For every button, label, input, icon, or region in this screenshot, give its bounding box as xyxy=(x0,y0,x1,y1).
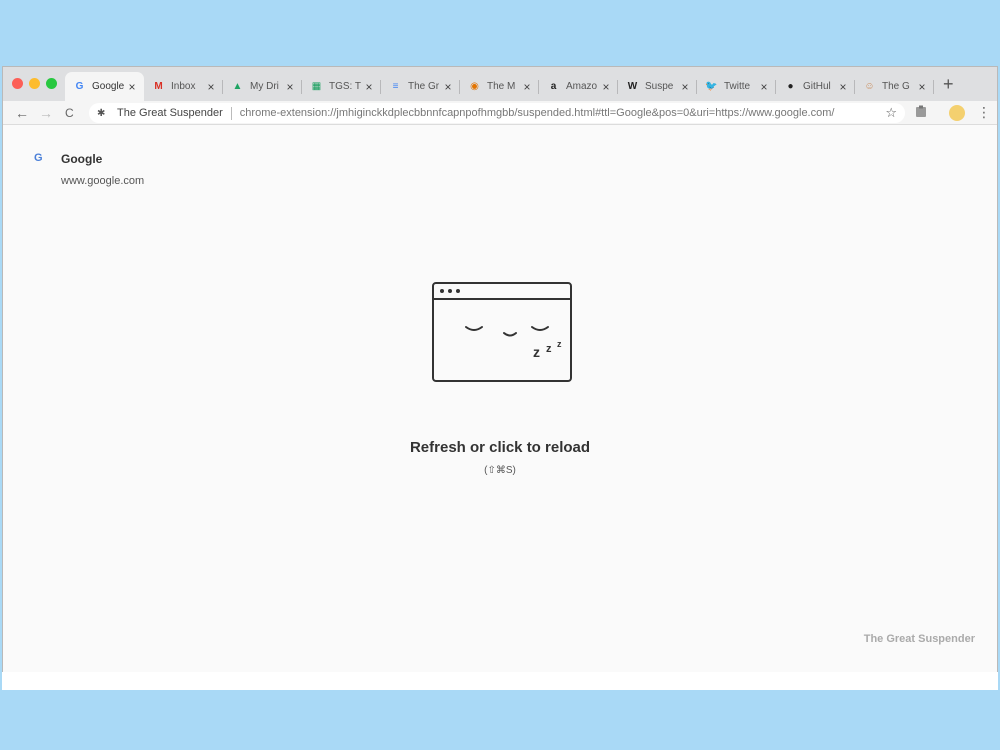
tab-8[interactable]: 🐦 Twitte × xyxy=(697,72,776,101)
tab-3[interactable]: ▦ TGS: T × xyxy=(302,72,381,101)
tab-0[interactable]: G Google × xyxy=(65,72,144,101)
tab-2[interactable]: ▲ My Dri × xyxy=(223,72,302,101)
tab-title: The M xyxy=(487,81,516,92)
tab-close-icon[interactable]: × xyxy=(521,80,533,94)
tab-title: Google xyxy=(92,81,125,92)
amazon-icon: a xyxy=(550,81,557,92)
url-text[interactable]: chrome-extension://jmhiginckkdplecbbnnfc… xyxy=(240,107,878,119)
tab-title: Twitte xyxy=(724,81,751,92)
sleeping-window-icon[interactable]: z z z xyxy=(429,281,579,426)
reload-button[interactable]: C xyxy=(65,105,74,121)
bottom-strip xyxy=(2,672,998,690)
address-bar[interactable]: ✱ The Great Suspender chrome-extension:/… xyxy=(89,103,905,123)
tab-close-icon[interactable]: × xyxy=(679,80,691,94)
keyboard-shortcut-hint: (⇧⌘S) xyxy=(484,465,516,476)
tab-close-icon[interactable]: × xyxy=(363,80,375,94)
back-button[interactable]: ← xyxy=(15,105,29,121)
tab-close-icon[interactable]: × xyxy=(205,80,217,94)
tab-close-icon[interactable]: × xyxy=(837,80,849,94)
tab-close-icon[interactable]: × xyxy=(126,80,138,94)
tab-list: G Google × M Inbox × ▲ My Dri × ▦ TGS: T × ≡ The Gr × ◉… xyxy=(65,72,934,101)
tab-5[interactable]: ◉ The M × xyxy=(460,72,539,101)
tab-7[interactable]: W Suspe × xyxy=(618,72,697,101)
extension-name: The Great Suspender xyxy=(117,107,223,119)
tab-10[interactable]: ☺ The G × xyxy=(855,72,934,101)
drive-icon: ▲ xyxy=(232,81,243,92)
extension-brand: The Great Suspender xyxy=(863,633,975,645)
zzz-letter: z xyxy=(533,344,540,360)
google-icon: G xyxy=(75,81,84,92)
tab-title: The Gr xyxy=(408,81,440,92)
google-favicon-icon: G xyxy=(34,152,43,164)
sheets-icon: ▦ xyxy=(311,81,322,92)
gmail-icon: M xyxy=(154,81,163,92)
suspended-page[interactable]: G Google www.google.com z z z Refresh or… xyxy=(3,125,997,689)
new-tab-button[interactable]: + xyxy=(943,75,954,93)
tab-1[interactable]: M Inbox × xyxy=(144,72,223,101)
twitter-icon: 🐦 xyxy=(705,81,718,92)
suspended-site-url[interactable]: www.google.com xyxy=(61,175,144,187)
browser-toolbar: ← → C ✱ The Great Suspender chrome-exten… xyxy=(3,101,997,125)
browser-window: G Google × M Inbox × ▲ My Dri × ▦ TGS: T × ≡ The Gr × ◉… xyxy=(2,66,998,690)
tab-close-icon[interactable]: × xyxy=(600,80,612,94)
forward-button[interactable]: → xyxy=(39,105,53,121)
zzz-letter: z xyxy=(557,339,562,349)
tab-title: My Dri xyxy=(250,81,279,92)
zzz-letter: z xyxy=(546,343,552,355)
tab-close-icon[interactable]: × xyxy=(284,80,296,94)
docs-icon: ≡ xyxy=(392,81,399,92)
window-maximize-button[interactable] xyxy=(46,78,57,89)
window-controls xyxy=(12,78,57,89)
suspender-icon: ☺ xyxy=(864,81,875,92)
window-close-button[interactable] xyxy=(12,78,23,89)
extension-clipboard-icon[interactable] xyxy=(915,105,927,121)
profile-avatar[interactable] xyxy=(949,105,965,121)
suspended-site-title[interactable]: Google xyxy=(61,152,102,166)
tab-close-icon[interactable]: × xyxy=(758,80,770,94)
tab-title: TGS: T xyxy=(329,81,362,92)
tab-4[interactable]: ≡ The Gr × xyxy=(381,72,460,101)
chrome-icon: ◉ xyxy=(470,81,479,92)
tab-9[interactable]: ● GitHul × xyxy=(776,72,855,101)
tab-title: Suspe xyxy=(645,81,674,92)
tab-title: GitHul xyxy=(803,81,831,92)
omnibox-divider xyxy=(230,106,232,120)
github-icon: ● xyxy=(787,81,794,92)
puzzle-icon: ✱ xyxy=(97,107,106,119)
tab-6[interactable]: a Amazo × xyxy=(539,72,618,101)
tab-title: The G xyxy=(882,81,910,92)
bookmark-star-icon[interactable]: ☆ xyxy=(885,105,897,121)
tab-title: Amazo xyxy=(566,81,598,92)
tab-close-icon[interactable]: × xyxy=(442,80,454,94)
browser-menu-button[interactable]: ⋮ xyxy=(977,104,991,120)
wikipedia-icon: W xyxy=(627,81,638,92)
reload-message[interactable]: Refresh or click to reload xyxy=(3,439,997,456)
tab-close-icon[interactable]: × xyxy=(916,80,928,94)
tab-strip: G Google × M Inbox × ▲ My Dri × ▦ TGS: T × ≡ The Gr × ◉… xyxy=(3,67,997,101)
tab-title: Inbox xyxy=(171,81,196,92)
window-minimize-button[interactable] xyxy=(29,78,40,89)
